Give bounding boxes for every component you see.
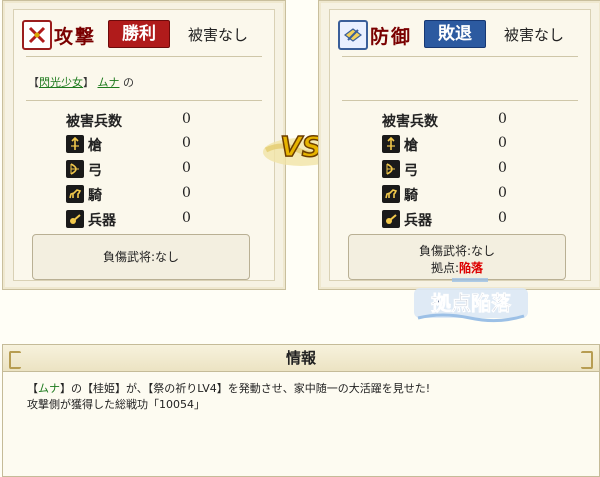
info-line-1-text: 】の【桂姫】が、【祭の祈りLV4】を発動させ、家中随一の大活躍を見せた! — [60, 382, 431, 395]
unit-value: 0 — [182, 210, 191, 226]
attack-result-badge: 勝利 — [108, 20, 170, 48]
unit-row-siege: 兵器 0 — [14, 209, 274, 231]
spear-icon — [66, 135, 84, 153]
unit-value: 0 — [498, 135, 507, 151]
attack-header: 攻撃 勝利 被害なし — [22, 20, 266, 50]
attack-panel-inner: 攻撃 勝利 被害なし 【閃光少女】 ムナ の 被害兵数 0 槍 0 弓 0 騎 … — [13, 9, 275, 281]
unit-value: 0 — [182, 135, 191, 151]
general-link[interactable]: 閃光少女 — [39, 76, 83, 89]
casualties-label: 被害兵数 — [66, 114, 122, 130]
base-fallen-text: 拠点陥落 — [431, 291, 512, 315]
unit-value: 0 — [498, 160, 507, 176]
attack-damage-status: 被害なし — [188, 26, 249, 44]
player-name-link[interactable]: ムナ — [38, 382, 60, 395]
casualties-row: 被害兵数 0 — [14, 110, 274, 132]
unit-label: 騎 — [88, 188, 102, 204]
divider — [342, 100, 578, 101]
unit-value: 0 — [498, 210, 507, 226]
siege-icon — [382, 210, 400, 228]
bow-icon — [382, 160, 400, 178]
base-label: 拠点: — [430, 261, 460, 275]
attacker-line: 【閃光少女】 ムナ の — [28, 74, 134, 90]
unit-value: 0 — [182, 160, 191, 176]
bracket-open: 【 — [27, 382, 38, 395]
info-body: 【ムナ】の【桂姫】が、【祭の祈りLV4】を発動させ、家中随一の大活躍を見せた! … — [27, 381, 430, 413]
divider — [26, 56, 262, 57]
unit-label: 兵器 — [88, 213, 116, 229]
possessive: の — [123, 76, 134, 89]
base-status-line: 拠点:陥落 — [349, 259, 565, 276]
defense-damage-status: 被害なし — [504, 26, 565, 44]
wounded-generals: 負傷武将:なし — [418, 244, 496, 258]
unit-row-bow: 弓 0 — [330, 159, 590, 181]
shield-icon — [338, 20, 368, 50]
base-fallen-banner: 拠点陥落 — [412, 278, 530, 326]
wounded-generals: 負傷武将:なし — [102, 250, 180, 264]
vs-label: VS — [280, 130, 322, 163]
wounded-box: 負傷武将:なし 拠点:陥落 — [348, 234, 566, 280]
casualties-value: 0 — [182, 111, 191, 127]
bracket-open: 【 — [28, 76, 39, 89]
defense-mode-label: 防御 — [370, 26, 413, 48]
unit-label: 槍 — [404, 138, 418, 154]
unit-value: 0 — [182, 185, 191, 201]
casualties-value: 0 — [498, 111, 507, 127]
defense-panel-inner: 防御 敗退 被害なし 被害兵数 0 槍 0 弓 0 騎 0 兵器 0 負傷武将:… — [329, 9, 591, 281]
unit-label: 弓 — [404, 163, 418, 179]
unit-row-horse: 騎 0 — [14, 184, 274, 206]
crossed-swords-icon — [22, 20, 52, 50]
defense-panel: 防御 敗退 被害なし 被害兵数 0 槍 0 弓 0 騎 0 兵器 0 負傷武将:… — [318, 0, 600, 290]
base-status-value: 陥落 — [459, 261, 484, 275]
defense-result-badge: 敗退 — [424, 20, 486, 48]
unit-row-siege: 兵器 0 — [330, 209, 590, 231]
siege-icon — [66, 210, 84, 228]
unit-row-spear: 槍 0 — [14, 134, 274, 156]
divider — [26, 100, 262, 101]
bow-icon — [66, 160, 84, 178]
spear-icon — [382, 135, 400, 153]
divider — [342, 56, 578, 57]
casualties-row: 被害兵数 0 — [330, 110, 590, 132]
defense-header: 防御 敗退 被害なし — [338, 20, 582, 50]
info-line-2: 攻撃側が獲得した総戦功「10054」 — [27, 398, 205, 411]
unit-label: 槍 — [88, 138, 102, 154]
wounded-box: 負傷武将:なし — [32, 234, 250, 280]
player-name-link[interactable]: ムナ — [98, 76, 120, 89]
unit-value: 0 — [498, 185, 507, 201]
casualties-label: 被害兵数 — [382, 114, 438, 130]
unit-row-horse: 騎 0 — [330, 184, 590, 206]
horse-icon — [382, 185, 400, 203]
info-line-1: 【ムナ】の【桂姫】が、【祭の祈りLV4】を発動させ、家中随一の大活躍を見せた! — [27, 381, 430, 397]
unit-row-spear: 槍 0 — [330, 134, 590, 156]
unit-row-bow: 弓 0 — [14, 159, 274, 181]
info-title: 情報 — [3, 345, 599, 372]
unit-label: 騎 — [404, 188, 418, 204]
bracket-close: 】 — [83, 76, 94, 89]
unit-label: 兵器 — [404, 213, 432, 229]
unit-label: 弓 — [88, 163, 102, 179]
attack-panel: 攻撃 勝利 被害なし 【閃光少女】 ムナ の 被害兵数 0 槍 0 弓 0 騎 … — [2, 0, 286, 290]
horse-icon — [66, 185, 84, 203]
info-panel: 情報 【ムナ】の【桂姫】が、【祭の祈りLV4】を発動させ、家中随一の大活躍を見せ… — [2, 344, 600, 477]
attack-mode-label: 攻撃 — [54, 26, 97, 48]
